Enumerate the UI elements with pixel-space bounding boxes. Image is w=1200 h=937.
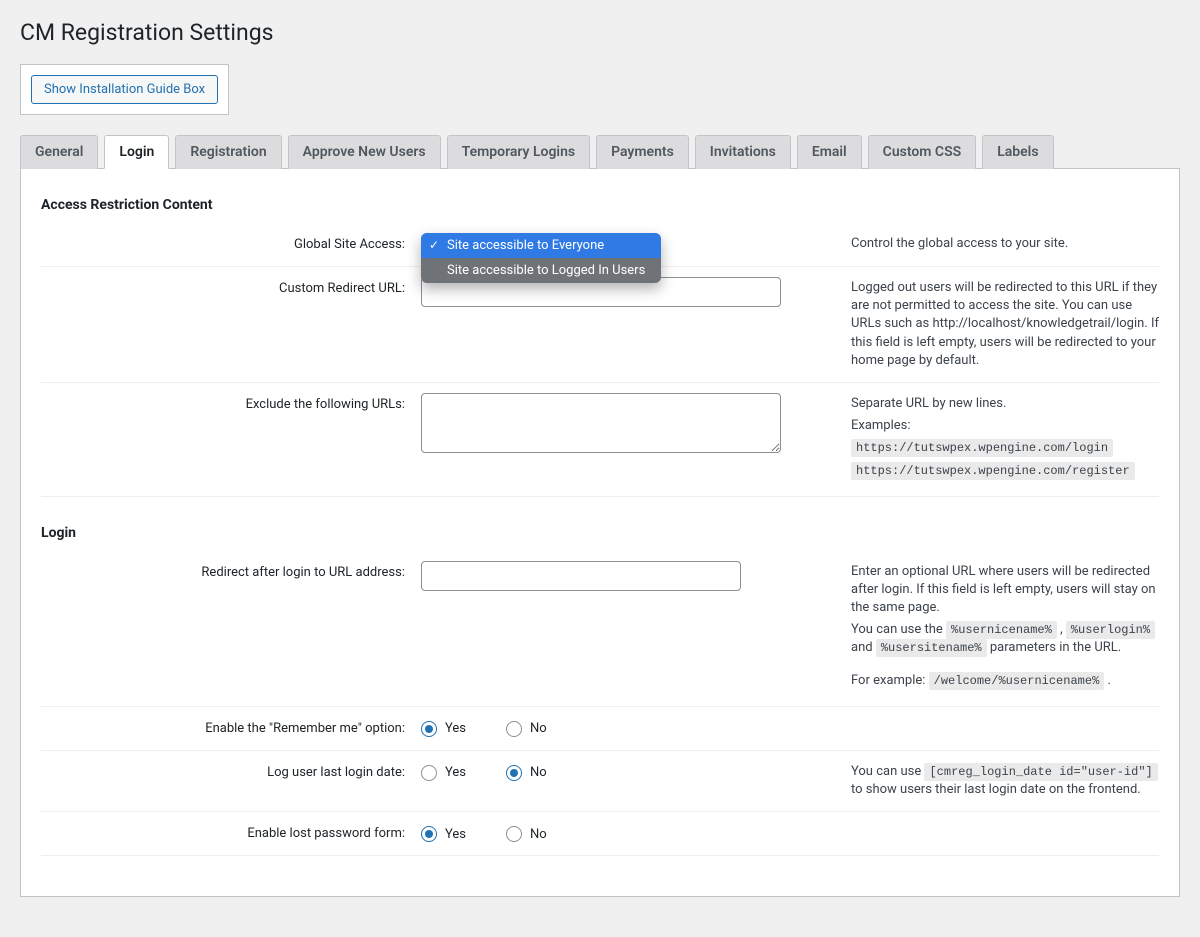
settings-panel: Access Restriction Content Global Site A… xyxy=(20,169,1180,897)
redirect-help-2: You can use the %usernicename% , %userlo… xyxy=(851,621,1159,657)
lost-password-no[interactable]: No xyxy=(506,826,547,842)
param-usersitename: %usersitename% xyxy=(876,639,987,657)
redirect-url-label: Custom Redirect URL: xyxy=(41,267,421,383)
redirect-after-login-input[interactable] xyxy=(421,561,741,591)
global-access-label: Global Site Access: xyxy=(41,223,421,267)
tab-registration[interactable]: Registration xyxy=(175,135,281,169)
settings-tabs: General Login Registration Approve New U… xyxy=(20,135,1180,169)
exclude-example-1: https://tutswpex.wpengine.com/login xyxy=(851,439,1113,457)
lost-password-yes-radio[interactable] xyxy=(421,826,437,842)
param-userlogin: %userlogin% xyxy=(1066,621,1155,639)
remember-me-no-radio[interactable] xyxy=(506,721,522,737)
remember-me-yes-radio[interactable] xyxy=(421,721,437,737)
tab-approve-new-users[interactable]: Approve New Users xyxy=(288,135,441,169)
tab-login[interactable]: Login xyxy=(104,135,169,169)
tab-custom-css[interactable]: Custom CSS xyxy=(868,135,977,169)
exclude-help-intro: Separate URL by new lines. xyxy=(851,395,1159,413)
tab-temporary-logins[interactable]: Temporary Logins xyxy=(447,135,590,169)
last-login-label: Log user last login date: xyxy=(41,750,421,811)
tab-payments[interactable]: Payments xyxy=(596,135,689,169)
last-login-help: You can use [cmreg_login_date id="user-i… xyxy=(811,750,1159,811)
global-access-dropdown-menu: Site accessible to Everyone Site accessi… xyxy=(421,233,661,283)
page-title: CM Registration Settings xyxy=(20,10,1180,50)
global-access-help: Control the global access to your site. xyxy=(811,223,1159,267)
global-access-option-everyone[interactable]: Site accessible to Everyone xyxy=(421,233,661,258)
exclude-example-2: https://tutswpex.wpengine.com/register xyxy=(851,462,1135,480)
redirect-help-1: Enter an optional URL where users will b… xyxy=(851,563,1159,618)
exclude-urls-textarea[interactable] xyxy=(421,393,781,453)
exclude-help-examples-label: Examples: xyxy=(851,417,1159,435)
redirect-after-login-help: Enter an optional URL where users will b… xyxy=(811,551,1159,707)
lost-password-no-radio[interactable] xyxy=(506,826,522,842)
redirect-help-example: For example: /welcome/%usernicename% . xyxy=(851,672,1159,690)
remember-me-no[interactable]: No xyxy=(506,721,547,737)
tab-general[interactable]: General xyxy=(20,135,98,169)
tab-email[interactable]: Email xyxy=(797,135,862,169)
section-login-heading: Login xyxy=(41,525,1159,541)
show-guide-button[interactable]: Show Installation Guide Box xyxy=(31,75,218,104)
tab-invitations[interactable]: Invitations xyxy=(695,135,791,169)
lost-password-yes[interactable]: Yes xyxy=(421,826,466,842)
exclude-urls-label: Exclude the following URLs: xyxy=(41,382,421,496)
redirect-example-code: /welcome/%usernicename% xyxy=(929,672,1105,690)
last-login-yes-radio[interactable] xyxy=(421,765,437,781)
tab-labels[interactable]: Labels xyxy=(982,135,1053,169)
last-login-shortcode: [cmreg_login_date id="user-id"] xyxy=(924,763,1157,781)
section-access-heading: Access Restriction Content xyxy=(41,197,1159,213)
last-login-no[interactable]: No xyxy=(506,765,547,781)
remember-me-label: Enable the "Remember me" option: xyxy=(41,706,421,750)
last-login-yes[interactable]: Yes xyxy=(421,765,466,781)
last-login-no-radio[interactable] xyxy=(506,765,522,781)
lost-password-label: Enable lost password form: xyxy=(41,812,421,856)
global-access-option-loggedin[interactable]: Site accessible to Logged In Users xyxy=(421,258,661,283)
remember-me-yes[interactable]: Yes xyxy=(421,721,466,737)
param-usernicename: %usernicename% xyxy=(946,621,1057,639)
redirect-after-login-label: Redirect after login to URL address: xyxy=(41,551,421,707)
guide-box: Show Installation Guide Box xyxy=(20,64,229,115)
redirect-url-help: Logged out users will be redirected to t… xyxy=(811,267,1159,383)
exclude-urls-help: Separate URL by new lines. Examples: htt… xyxy=(811,382,1159,496)
